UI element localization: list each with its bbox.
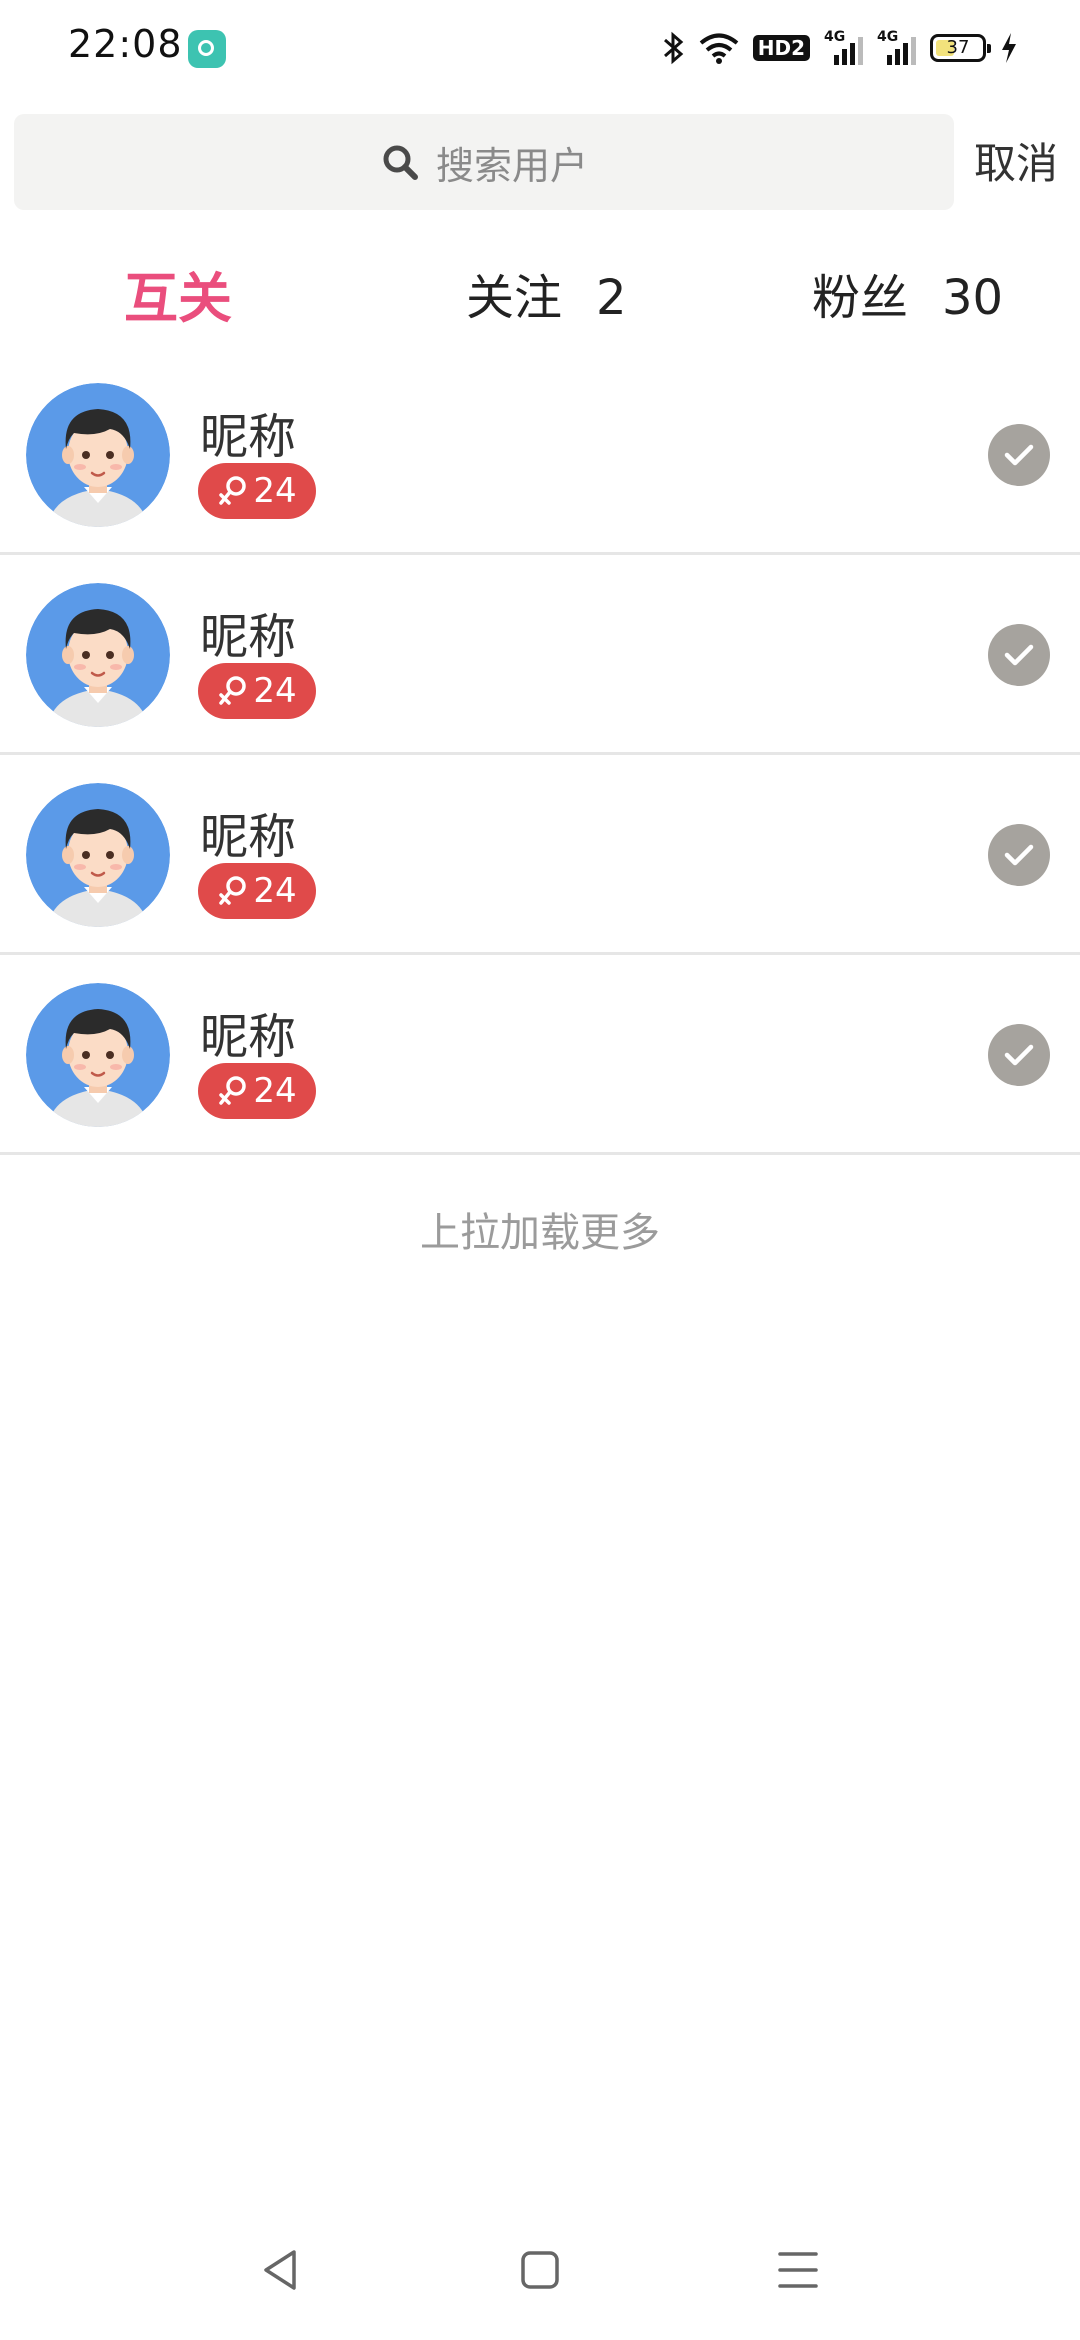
search-placeholder: 搜索用户 (435, 143, 588, 188)
tab-count: 2 (596, 270, 627, 326)
status-bar: 22:08 HD2 4G 4G 37 (0, 0, 1080, 96)
search-icon (383, 145, 418, 180)
followed-check-button[interactable] (988, 624, 1050, 686)
tab-following[interactable]: 关注 2 (466, 258, 627, 328)
tab-mutual[interactable]: 互关 (124, 254, 232, 333)
cancel-button[interactable]: 取消 (974, 130, 1058, 191)
hd-icon: HD2 (752, 35, 810, 61)
check-icon (1004, 1044, 1034, 1066)
list-item[interactable]: 昵称 24 (0, 355, 1080, 555)
network-label: 4G (877, 29, 899, 45)
bluetooth-icon (663, 31, 684, 65)
tab-count: 30 (942, 270, 1004, 326)
female-icon (219, 876, 247, 905)
menu-icon[interactable] (768, 2240, 828, 2300)
nickname: 昵称 (200, 1009, 297, 1065)
check-icon (1004, 644, 1034, 666)
followed-check-button[interactable] (988, 1024, 1050, 1086)
nickname: 昵称 (200, 809, 297, 865)
followed-check-button[interactable] (988, 424, 1050, 486)
check-icon (1004, 844, 1034, 866)
tab-label: 关注 (466, 270, 563, 326)
age-value: 24 (253, 471, 297, 511)
avatar[interactable] (26, 983, 170, 1127)
load-more-hint: 上拉加载更多 (420, 1210, 660, 1256)
age-value: 24 (253, 871, 297, 911)
back-icon[interactable] (252, 2240, 312, 2300)
status-time: 22:08 (68, 22, 183, 66)
system-nav-bar (0, 2210, 1080, 2340)
age-value: 24 (253, 1071, 297, 1111)
home-icon[interactable] (510, 2240, 570, 2300)
followed-check-button[interactable] (988, 824, 1050, 886)
nickname: 昵称 (200, 609, 297, 665)
age-value: 24 (253, 671, 297, 711)
status-icons: HD2 4G 4G 37 (663, 26, 1018, 70)
list-item[interactable]: 昵称 24 (0, 755, 1080, 955)
battery-icon: 37 (930, 34, 991, 62)
age-badge: 24 (198, 663, 316, 719)
tab-label: 粉丝 (812, 270, 909, 326)
app-notification-icon (188, 30, 226, 68)
tab-fans[interactable]: 粉丝 30 (812, 258, 1003, 328)
female-icon (219, 476, 247, 505)
female-icon (219, 676, 247, 705)
wifi-icon (699, 33, 739, 64)
list-item[interactable]: 昵称 24 (0, 955, 1080, 1155)
signal-icon: 4G (877, 29, 916, 65)
avatar[interactable] (26, 783, 170, 927)
avatar[interactable] (26, 383, 170, 527)
battery-level: 37 (946, 37, 970, 58)
nickname: 昵称 (200, 409, 297, 465)
age-badge: 24 (198, 463, 316, 519)
tab-bar: 互关 关注 2 粉丝 30 (0, 250, 1080, 340)
check-icon (1004, 444, 1034, 466)
tab-label: 互关 (124, 267, 232, 330)
age-badge: 24 (198, 863, 316, 919)
list-item[interactable]: 昵称 24 (0, 555, 1080, 755)
user-list: 昵称 24 昵称 24 昵称 24 昵称 24 (0, 355, 1080, 1155)
signal-icon: 4G (824, 29, 863, 65)
age-badge: 24 (198, 1063, 316, 1119)
network-label: 4G (824, 29, 846, 45)
search-input[interactable]: 搜索用户 (14, 114, 954, 210)
avatar[interactable] (26, 583, 170, 727)
charging-icon (1002, 33, 1016, 63)
female-icon (219, 1076, 247, 1105)
